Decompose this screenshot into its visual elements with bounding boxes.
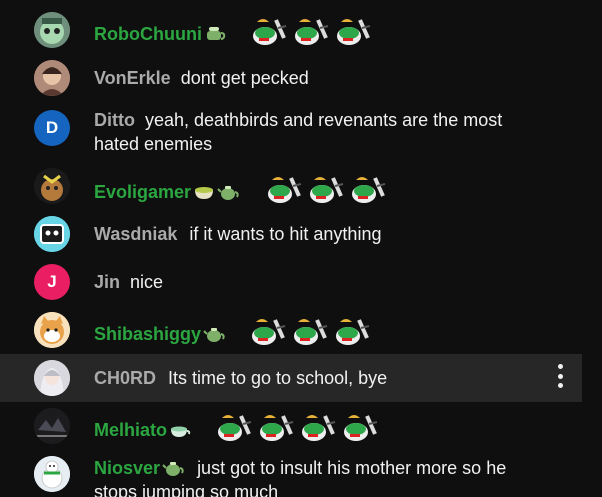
author-name[interactable]: VonErkle — [94, 68, 171, 88]
chicken-sword-emote-icon — [307, 174, 345, 206]
tea-cup-badge-icon — [204, 25, 226, 43]
chat-message[interactable]: CH0RD Its time to go to school, bye — [0, 354, 582, 402]
author-name[interactable]: CH0RD — [94, 368, 156, 388]
message-text: yeah, deathbirds and revenants are the m… — [94, 110, 503, 154]
author-name[interactable]: Melhiato — [94, 420, 167, 440]
avatar[interactable]: J — [34, 264, 70, 300]
chicken-sword-emote-icon — [291, 316, 329, 348]
chicken-sword-emote-icon — [292, 16, 330, 48]
chicken-sword-emote-icon — [334, 16, 372, 48]
chat-message[interactable]: Evoligamer — [0, 166, 582, 206]
teapot-badge-icon — [162, 459, 184, 477]
message-text: dont get pecked — [180, 68, 309, 88]
chicken-sword-emote-icon — [250, 16, 288, 48]
avatar[interactable] — [34, 312, 70, 348]
teapot-badge-icon — [217, 183, 239, 201]
teapot-badge-icon — [203, 325, 225, 343]
chicken-sword-emote-icon — [299, 412, 337, 444]
chicken-sword-emote-icon — [249, 316, 287, 348]
message-text: if it wants to hit anything — [189, 224, 382, 244]
avatar[interactable]: D — [34, 110, 70, 146]
avatar[interactable] — [34, 60, 70, 96]
live-chat-list: RoboChuuni VonErkle dont get pecked D Dit… — [0, 0, 582, 497]
chat-message[interactable]: D Ditto yeah, deathbirds and revenants ar… — [0, 108, 582, 158]
message-text: Its time to go to school, bye — [168, 368, 388, 388]
author-name[interactable]: Niosver — [94, 458, 160, 478]
chat-message[interactable]: Shibashiggy — [0, 310, 582, 350]
soup-bowl-badge-icon — [193, 183, 215, 201]
scrollbar[interactable] — [582, 0, 602, 497]
chicken-sword-emote-icon — [215, 412, 253, 444]
chicken-sword-emote-icon — [265, 174, 303, 206]
author-name[interactable]: RoboChuuni — [94, 24, 202, 44]
author-name[interactable]: Ditto — [94, 110, 135, 130]
chat-message[interactable]: Niosver just got to insult his mother mo… — [0, 456, 582, 497]
chicken-sword-emote-icon — [257, 412, 295, 444]
chat-message[interactable]: VonErkle dont get pecked — [0, 60, 582, 96]
chicken-sword-emote-icon — [341, 412, 379, 444]
tea-cup-badge-icon — [169, 421, 191, 439]
avatar[interactable] — [34, 360, 70, 396]
chat-message[interactable]: RoboChuuni — [0, 10, 582, 50]
message-text: nice — [130, 272, 164, 292]
avatar[interactable] — [34, 456, 70, 492]
author-name[interactable]: Shibashiggy — [94, 324, 201, 344]
author-name[interactable]: Wasdniak — [94, 224, 177, 244]
chat-message[interactable]: Wasdniak if it wants to hit anything — [0, 216, 582, 252]
avatar[interactable] — [34, 216, 70, 252]
author-name[interactable]: Evoligamer — [94, 182, 191, 202]
author-name[interactable]: Jin — [94, 272, 120, 292]
avatar[interactable] — [34, 408, 70, 444]
avatar[interactable] — [34, 168, 70, 204]
chicken-sword-emote-icon — [333, 316, 371, 348]
avatar[interactable] — [34, 12, 70, 48]
chat-message[interactable]: Melhiato — [0, 406, 582, 446]
chat-message[interactable]: J Jin nice — [0, 264, 582, 300]
chicken-sword-emote-icon — [349, 174, 387, 206]
more-options-icon[interactable] — [556, 364, 564, 388]
